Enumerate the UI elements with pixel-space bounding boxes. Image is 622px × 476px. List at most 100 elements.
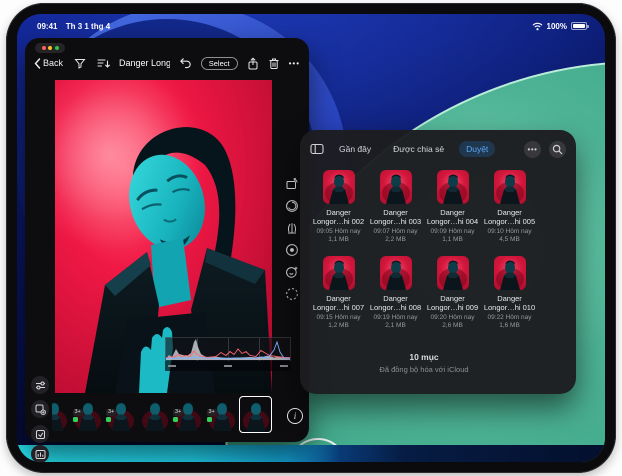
files-grid: Danger Longor…hi 002 09:05 Hôm nay 1,1 M… (310, 170, 542, 329)
select-button[interactable]: Select (200, 56, 238, 70)
minimize-dot-icon[interactable] (48, 46, 52, 50)
ipad-screen: 09:41 Th 3 1 thg 4 100% Back Danger Long… (17, 14, 605, 462)
thumbnail-figure (381, 174, 410, 204)
filters-button[interactable] (283, 197, 300, 214)
window-traffic-lights[interactable] (35, 43, 65, 53)
thumbnail-figure (495, 174, 524, 204)
file-thumbnail[interactable] (493, 170, 526, 204)
zoom-dot-icon[interactable] (54, 46, 59, 50)
crop-rotate-button[interactable] (283, 175, 300, 192)
file-time: 09:09 Hôm nay (430, 228, 475, 235)
file-thumbnail[interactable] (379, 256, 412, 290)
file-size: 1,1 MB (328, 236, 349, 243)
more-icon[interactable]: ••• (289, 59, 300, 68)
back-label: Back (43, 58, 64, 68)
back-button[interactable]: Back (34, 57, 64, 69)
filmstrip-thumbnail[interactable] (239, 395, 272, 433)
edited-indicator-icon (173, 417, 178, 422)
thumbnail-figure (141, 402, 168, 431)
vignette-button[interactable] (283, 241, 300, 258)
file-thumbnail[interactable] (322, 170, 355, 204)
close-dot-icon[interactable] (41, 46, 46, 50)
file-name: Danger Longor…hi 004 (426, 208, 479, 226)
edited-indicator-icon (72, 417, 78, 422)
filmstrip-thumbnail[interactable]: 3+ (172, 397, 203, 431)
file-thumbnail[interactable] (436, 256, 469, 290)
file-size: 1,6 MB (499, 322, 520, 329)
screenshot-stage: 09:41 Th 3 1 thg 4 100% Back Danger Long… (0, 0, 622, 476)
file-size: 2,6 MB (442, 322, 463, 329)
search-button[interactable] (549, 140, 566, 158)
thumbnail-figure (52, 402, 67, 431)
filmstrip[interactable]: 3+ 3+ 3+ 3+ (52, 395, 285, 433)
file-name: Danger Longor…hi 008 (369, 294, 422, 312)
info-button[interactable]: i (287, 408, 303, 424)
edited-indicator-icon (206, 417, 212, 422)
file-item[interactable]: Danger Longor…hi 008 09:19 Hôm nay 2,1 M… (367, 256, 424, 329)
thumbnail-figure (324, 174, 353, 204)
adjustments-icon (287, 222, 296, 233)
wifi-icon (532, 22, 542, 30)
file-name: Danger Longor…hi 009 (426, 294, 479, 312)
file-time: 09:07 Hôm nay (373, 228, 418, 235)
auto-adjust-button[interactable] (31, 376, 49, 394)
paste-edits-icon (35, 429, 45, 439)
edit-count-badge: 3+ (106, 409, 117, 416)
filmstrip-thumbnail[interactable] (52, 397, 69, 431)
file-time: 09:10 Hôm nay (487, 228, 532, 235)
share-icon[interactable] (247, 56, 259, 70)
filmstrip-thumbnail[interactable]: 3+ (72, 397, 103, 431)
file-item[interactable]: Danger Longor…hi 007 09:15 Hôm nay 1,2 M… (310, 256, 367, 329)
tab-recents[interactable]: Gần đây (332, 141, 378, 157)
thumbnail-figure (438, 260, 467, 290)
sort-descending-icon[interactable] (97, 57, 110, 69)
sidebar-icon[interactable] (310, 143, 324, 155)
file-name: Danger Longor…hi 005 (483, 208, 536, 226)
filmstrip-thumbnail[interactable] (139, 397, 170, 431)
editor-toolbar: Back Danger Longo... Select ••• (25, 53, 309, 73)
file-item[interactable]: Danger Longor…hi 002 09:05 Hôm nay 1,1 M… (310, 170, 367, 243)
tab-browse[interactable]: Duyệt (459, 141, 496, 157)
file-item[interactable]: Danger Longor…hi 004 09:09 Hôm nay 1,1 M… (424, 170, 481, 243)
file-thumbnail[interactable] (322, 256, 355, 290)
thumbnail-figure (438, 174, 467, 204)
file-thumbnail[interactable] (379, 170, 412, 204)
file-name: Danger Longor…hi 010 (483, 294, 536, 312)
file-thumbnail[interactable] (436, 170, 469, 204)
copy-edits-button[interactable] (31, 400, 49, 418)
filmstrip-thumbnail[interactable]: 3+ (206, 397, 237, 431)
thumbnail-figure (381, 260, 410, 290)
editor-title: Danger Longo... (119, 58, 170, 68)
adjustments-button[interactable] (283, 219, 300, 236)
wallpaper-cyan-strip (17, 445, 605, 462)
file-name: Danger Longor…hi 002 (312, 208, 365, 226)
vignette-icon (285, 243, 298, 256)
effects-button[interactable] (283, 263, 300, 280)
edit-count-badge: 3+ (173, 409, 184, 416)
file-size: 2,1 MB (385, 322, 406, 329)
file-size: 1,1 MB (442, 236, 463, 243)
file-item[interactable]: Danger Longor…hi 003 09:07 Hôm nay 2,2 M… (367, 170, 424, 243)
files-window: Gần đây Được chia sẻ Duyệt ••• Danger Lo… (300, 130, 576, 394)
file-item[interactable]: Danger Longor…hi 009 09:20 Hôm nay 2,6 M… (424, 256, 481, 329)
filmstrip-thumbnail[interactable]: 3+ (105, 397, 136, 431)
masking-button[interactable] (283, 285, 300, 302)
files-header: Gần đây Được chia sẻ Duyệt ••• (300, 130, 576, 168)
file-item[interactable]: Danger Longor…hi 010 09:22 Hôm nay 1,6 M… (481, 256, 538, 329)
histogram-view-button[interactable] (31, 445, 49, 462)
effects-icon (285, 266, 297, 278)
file-time: 09:15 Hôm nay (316, 314, 361, 321)
tab-shared[interactable]: Được chia sẻ (386, 141, 451, 157)
filter-funnel-icon[interactable] (74, 57, 86, 69)
thumbnail-figure (243, 401, 269, 432)
paste-edits-button[interactable] (31, 425, 49, 443)
undo-icon[interactable] (179, 57, 192, 69)
status-right: 100% (532, 22, 589, 31)
file-item[interactable]: Danger Longor…hi 005 09:10 Hôm nay 4,5 M… (481, 170, 538, 243)
filters-icon (285, 199, 298, 212)
thumbnail-figure (324, 260, 353, 290)
files-footer: 10 mục Đã đồng bộ hóa với iCloud (300, 352, 548, 374)
file-thumbnail[interactable] (493, 256, 526, 290)
trash-icon[interactable] (268, 57, 280, 70)
more-icon[interactable]: ••• (524, 140, 541, 158)
